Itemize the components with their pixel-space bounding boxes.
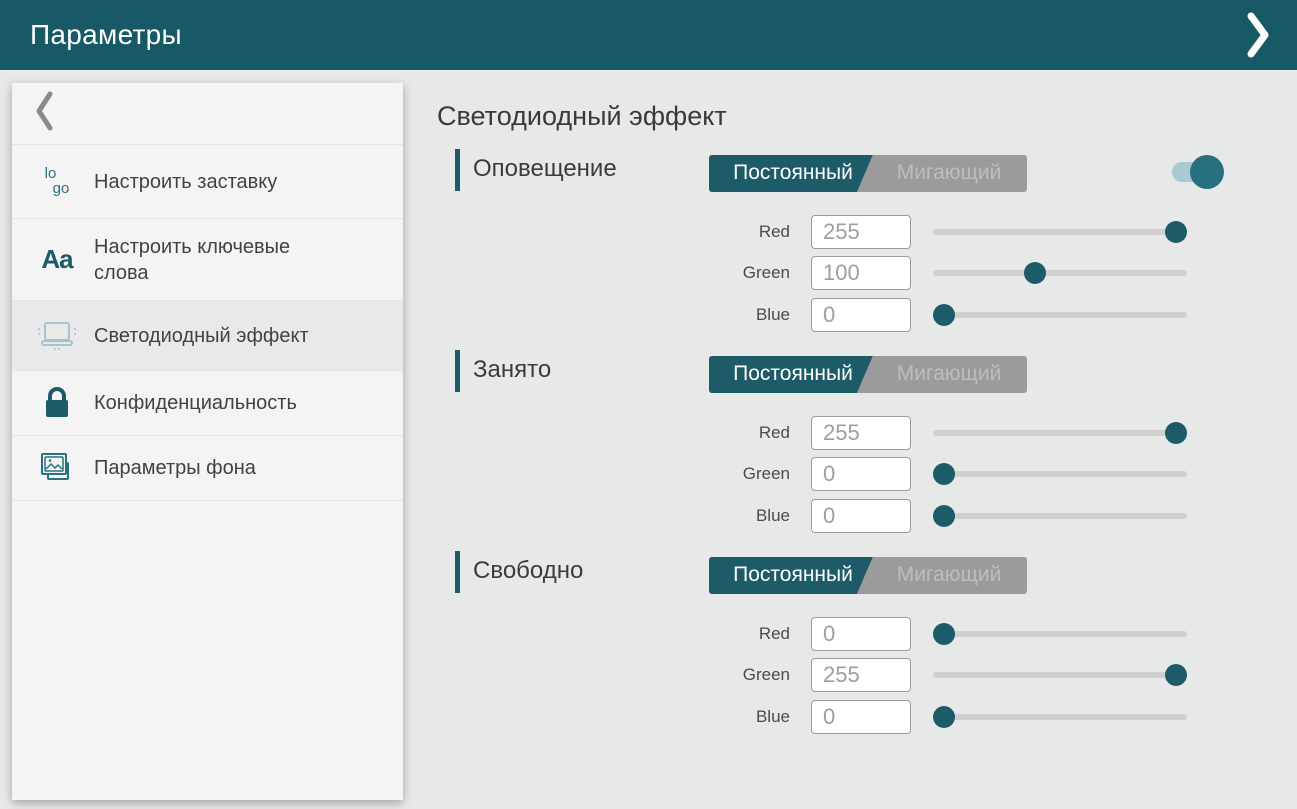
rgb-row-red: Red [690,617,1187,651]
slider-thumb[interactable] [933,304,955,326]
chevron-left-icon [36,91,53,136]
tab-solid[interactable]: Постоянный [717,563,869,587]
tab-blinking[interactable]: Мигающий [873,563,1025,587]
sidebar-back-button[interactable] [12,83,403,145]
red-label: Red [690,222,790,242]
slider-track [933,312,1187,318]
blue-label: Blue [690,305,790,325]
slider-thumb[interactable] [1165,422,1187,444]
red-value-input[interactable] [811,416,911,450]
mode-tabs[interactable]: Постоянный Мигающий [709,356,1027,393]
rgb-row-green: Green [690,457,1187,491]
mode-tabs[interactable]: Постоянный Мигающий [709,557,1027,594]
slider-track [933,270,1187,276]
section-title: Свободно [473,557,583,585]
slider-thumb[interactable] [933,505,955,527]
rgb-row-green: Green [690,658,1187,692]
red-label: Red [690,624,790,644]
slider-thumb[interactable] [933,463,955,485]
led-section-free: Свободно Постоянный Мигающий Red Green B… [0,551,1297,741]
slider-track [933,430,1187,436]
slider-thumb[interactable] [933,623,955,645]
blue-slider[interactable] [933,499,1187,533]
slider-thumb[interactable] [933,706,955,728]
slider-track [933,714,1187,720]
slider-thumb[interactable] [1165,664,1187,686]
rgb-row-red: Red [690,416,1187,450]
mode-tabs[interactable]: Постоянный Мигающий [709,155,1027,192]
blue-value-input[interactable] [811,700,911,734]
rgb-row-blue: Blue [690,499,1187,533]
green-slider[interactable] [933,457,1187,491]
tab-blinking[interactable]: Мигающий [873,362,1025,386]
rgb-row-blue: Blue [690,700,1187,734]
blue-slider[interactable] [933,700,1187,734]
green-label: Green [690,464,790,484]
slider-track [933,631,1187,637]
rgb-row-green: Green [690,256,1187,290]
rgb-row-red: Red [690,215,1187,249]
tab-blinking[interactable]: Мигающий [873,161,1025,185]
green-label: Green [690,665,790,685]
blue-label: Blue [690,506,790,526]
red-value-input[interactable] [811,215,911,249]
red-value-input[interactable] [811,617,911,651]
led-section-busy: Занято Постоянный Мигающий Red Green Blu… [0,350,1297,540]
green-label: Green [690,263,790,283]
accent-bar [455,350,460,392]
blue-value-input[interactable] [811,298,911,332]
green-value-input[interactable] [811,658,911,692]
section-title: Оповещение [473,155,617,183]
red-slider[interactable] [933,215,1187,249]
slider-thumb[interactable] [1165,221,1187,243]
page-title: Параметры [30,19,182,51]
blue-label: Blue [690,707,790,727]
app-header: Параметры [0,0,1297,70]
tab-solid[interactable]: Постоянный [717,161,869,185]
accent-bar [455,149,460,191]
green-slider[interactable] [933,658,1187,692]
slider-track [933,513,1187,519]
red-label: Red [690,423,790,443]
slider-track [933,471,1187,477]
toggle-knob [1190,155,1224,189]
slider-track [933,229,1187,235]
section-heading: Светодиодный эффект [437,101,727,132]
tab-solid[interactable]: Постоянный [717,362,869,386]
green-value-input[interactable] [811,256,911,290]
notification-toggle[interactable] [1172,155,1224,189]
led-section-notification: Оповещение Постоянный Мигающий Red Green… [0,149,1297,339]
green-value-input[interactable] [811,457,911,491]
slider-thumb[interactable] [1024,262,1046,284]
blue-slider[interactable] [933,298,1187,332]
rgb-row-blue: Blue [690,298,1187,332]
accent-bar [455,551,460,593]
slider-track [933,672,1187,678]
section-title: Занято [473,356,551,384]
chevron-right-icon[interactable] [1245,11,1271,59]
red-slider[interactable] [933,416,1187,450]
red-slider[interactable] [933,617,1187,651]
green-slider[interactable] [933,256,1187,290]
blue-value-input[interactable] [811,499,911,533]
